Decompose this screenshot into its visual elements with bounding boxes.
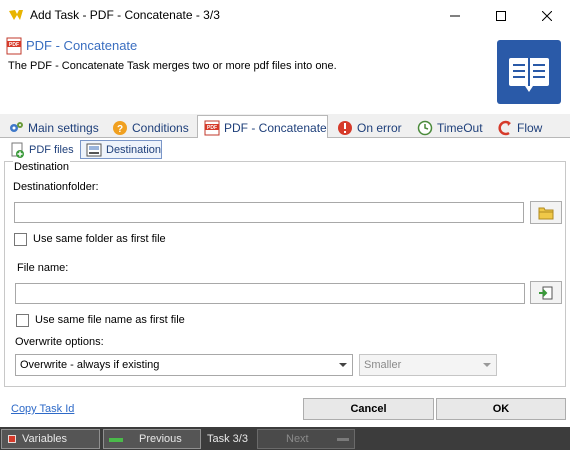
next-icon (337, 438, 349, 441)
app-logo-icon (9, 10, 23, 20)
copy-task-id-link[interactable]: Copy Task Id (11, 403, 74, 415)
same-filename-label: Use same file name as first file (35, 314, 185, 326)
svg-text:PDF: PDF (207, 125, 217, 131)
previous-icon (109, 438, 123, 442)
tab-label: Flow (517, 120, 543, 135)
chevron-down-icon (339, 363, 347, 367)
ok-button[interactable]: OK (436, 398, 566, 420)
close-button[interactable] (524, 0, 570, 31)
tab-label: PDF - Concatenate (224, 120, 327, 135)
maximize-icon (496, 10, 506, 21)
book-icon (497, 40, 561, 104)
status-bar: Variables Previous Task 3/3 Next (0, 427, 570, 450)
next-label: Next (286, 433, 309, 445)
title-bar: Add Task - PDF - Concatenate - 3/3 (0, 0, 570, 31)
tab-conditions[interactable]: ? Conditions (106, 117, 194, 138)
insert-variable-icon (539, 286, 553, 299)
tab-pdf-concatenate[interactable]: PDF PDF - Concatenate (197, 115, 328, 139)
task-counter: Task 3/3 (207, 433, 248, 445)
size-select-value: Smaller (364, 359, 402, 371)
previous-label: Previous (139, 433, 182, 445)
tab-label: Main settings (28, 120, 99, 135)
destination-icon (86, 143, 102, 156)
gears-icon (10, 121, 23, 132)
destination-folder-input[interactable] (14, 202, 524, 223)
overwrite-select[interactable]: Overwrite - always if existing (15, 354, 353, 376)
next-button[interactable]: Next (257, 429, 355, 449)
svg-text:PDF: PDF (9, 42, 19, 48)
subtab-label: Destination (106, 143, 162, 156)
pdf-icon: PDF (204, 120, 220, 135)
pdf-icon: PDF (6, 37, 22, 55)
add-file-icon (11, 142, 24, 158)
variables-icon (8, 435, 16, 443)
sub-tabstrip: PDF files Destination (0, 138, 570, 160)
main-tabstrip: Main settings ? Conditions PDF PDF - Con… (0, 114, 570, 139)
timeout-icon (417, 120, 433, 135)
subtab-pdf-files[interactable]: PDF files (4, 140, 76, 159)
subtab-destination[interactable]: Destination (80, 140, 162, 159)
flow-icon (498, 120, 511, 135)
file-name-action-button[interactable] (530, 281, 562, 304)
overwrite-options-label: Overwrite options: (15, 336, 104, 348)
svg-text:?: ? (117, 124, 123, 135)
tab-label: On error (357, 120, 402, 135)
group-title: Destination (13, 161, 71, 173)
tab-timeout[interactable]: TimeOut (411, 117, 489, 138)
task-description: The PDF - Concatenate Task merges two or… (8, 60, 337, 72)
previous-button[interactable]: Previous (103, 429, 201, 449)
task-heading: PDF - Concatenate (26, 38, 138, 53)
tab-flow[interactable]: Flow (491, 117, 557, 138)
close-icon (542, 10, 552, 21)
cancel-button[interactable]: Cancel (303, 398, 434, 420)
overwrite-select-value: Overwrite - always if existing (20, 359, 160, 371)
size-select[interactable]: Smaller (359, 354, 497, 376)
folder-icon (538, 207, 554, 219)
same-folder-checkbox[interactable] (14, 233, 27, 246)
variables-label: Variables (22, 433, 68, 445)
tab-main-settings[interactable]: Main settings (2, 117, 104, 138)
minimize-icon (450, 15, 460, 16)
variables-button[interactable]: Variables (1, 429, 100, 449)
file-name-label: File name: (17, 262, 69, 274)
error-icon (338, 120, 352, 135)
tab-label: Conditions (132, 120, 189, 135)
destination-folder-label: Destinationfolder: (13, 181, 99, 193)
file-name-input[interactable] (15, 283, 525, 304)
question-icon: ? (113, 120, 127, 135)
maximize-button[interactable] (478, 0, 524, 31)
minimize-button[interactable] (432, 0, 478, 31)
chevron-down-icon (483, 363, 491, 367)
browse-folder-button[interactable] (530, 201, 562, 224)
window-title: Add Task - PDF - Concatenate - 3/3 (30, 8, 220, 22)
same-filename-checkbox[interactable] (16, 314, 29, 327)
tab-label: TimeOut (437, 120, 483, 135)
subtab-label: PDF files (29, 143, 74, 156)
tab-on-error[interactable]: On error (331, 117, 409, 138)
same-folder-label: Use same folder as first file (33, 233, 166, 245)
task-header: PDF PDF - Concatenate The PDF - Concaten… (0, 31, 570, 113)
